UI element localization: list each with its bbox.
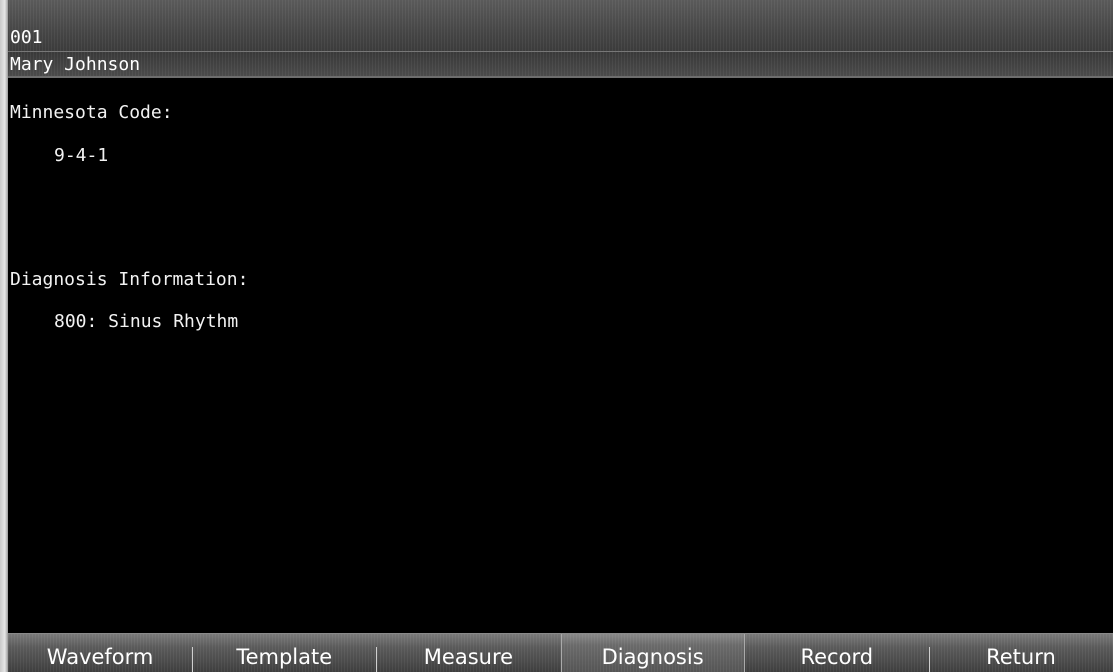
patient-id: 001 [10,27,43,48]
tab-measure[interactable]: Measure [376,634,560,672]
tab-waveform[interactable]: Waveform [8,634,192,672]
patient-header: 001 Mary Johnson [0,0,1113,78]
diagnosis-content: Minnesota Code: 9-4-1 Diagnosis Informat… [8,80,1113,633]
tab-diagnosis[interactable]: Diagnosis [560,634,745,672]
tab-return[interactable]: Return [928,634,1113,672]
diagnosis-info-value: 800: Sinus Rhythm [54,311,239,332]
header-divider [0,51,1113,52]
function-tab-bar: Waveform Template Measure Diagnosis Reco… [8,633,1113,672]
left-bezel [0,0,8,672]
minnesota-code-value: 9-4-1 [54,145,109,166]
tab-template[interactable]: Template [192,634,376,672]
diagnosis-info-label: Diagnosis Information: [10,269,249,290]
tab-record[interactable]: Record [745,634,929,672]
patient-name: Mary Johnson [10,54,141,75]
minnesota-code-label: Minnesota Code: [10,102,173,123]
ecg-diagnosis-screen: 001 Mary Johnson Minnesota Code: 9-4-1 D… [0,0,1113,672]
